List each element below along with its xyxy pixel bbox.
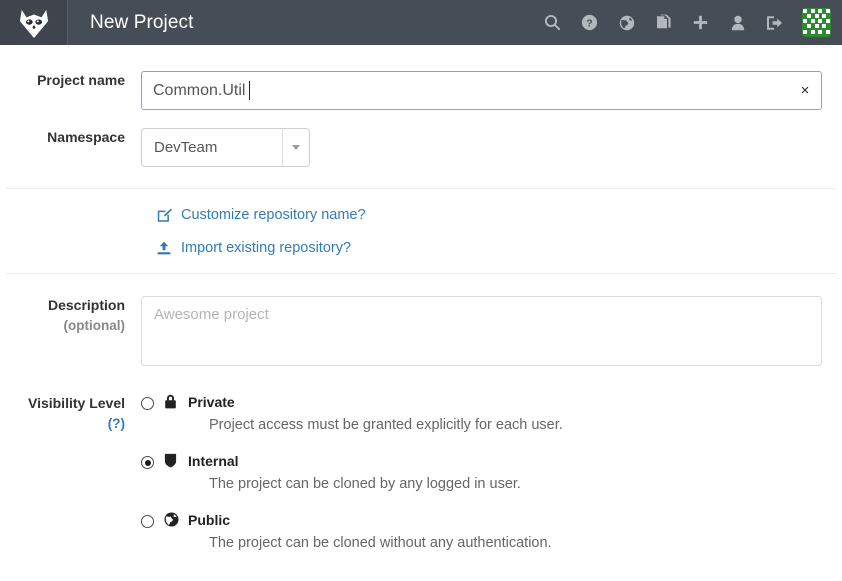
globe-icon[interactable] bbox=[608, 0, 645, 45]
description-textarea[interactable] bbox=[141, 296, 822, 366]
gitlab-logo-button[interactable] bbox=[0, 0, 68, 45]
description-label: Description bbox=[47, 297, 125, 313]
visibility-desc-internal: The project can be cloned by any logged … bbox=[209, 476, 521, 492]
project-name-field-wrap: × bbox=[141, 71, 822, 110]
new-project-form: Project name × Namespace DevTeam bbox=[0, 71, 842, 551]
globe-icon bbox=[164, 512, 182, 527]
search-icon[interactable] bbox=[534, 0, 571, 45]
radio-public[interactable] bbox=[141, 515, 154, 528]
visibility-label: Visibility Level bbox=[27, 395, 125, 411]
sign-out-icon[interactable] bbox=[756, 0, 793, 45]
import-existing-repository-link[interactable]: Import existing repository? bbox=[157, 239, 842, 256]
visibility-title-public: Public bbox=[188, 511, 231, 528]
visibility-help-link[interactable]: (?) bbox=[0, 415, 125, 433]
chevron-down-icon bbox=[282, 129, 309, 166]
snippets-icon[interactable] bbox=[645, 0, 682, 45]
gitlab-tanuki-icon bbox=[17, 7, 51, 39]
navbar-icon-group: ? bbox=[534, 0, 842, 45]
svg-text:?: ? bbox=[586, 18, 592, 30]
radio-private[interactable] bbox=[141, 397, 154, 410]
divider-bottom bbox=[6, 273, 836, 274]
text-cursor bbox=[249, 81, 250, 100]
visibility-desc-public: The project can be cloned without any au… bbox=[209, 535, 552, 551]
visibility-label-col: Visibility Level (?) bbox=[0, 394, 141, 433]
top-navbar: New Project ? bbox=[0, 0, 842, 45]
plus-icon[interactable] bbox=[682, 0, 719, 45]
avatar[interactable] bbox=[802, 8, 831, 37]
visibility-option-private[interactable]: Private Project access must be granted e… bbox=[141, 394, 842, 433]
user-icon[interactable] bbox=[719, 0, 756, 45]
customize-repository-name-link[interactable]: Customize repository name? bbox=[157, 208, 842, 223]
upload-icon bbox=[157, 241, 174, 255]
customize-repository-name-label: Customize repository name? bbox=[181, 207, 366, 223]
project-name-input[interactable] bbox=[141, 71, 822, 110]
shield-icon bbox=[164, 453, 182, 468]
description-label-col: Description (optional) bbox=[0, 296, 141, 335]
visibility-option-public[interactable]: Public The project can be cloned without… bbox=[141, 512, 842, 551]
visibility-title-internal: Internal bbox=[188, 452, 239, 469]
namespace-row: Namespace DevTeam bbox=[0, 128, 842, 167]
description-row: Description (optional) bbox=[0, 296, 842, 369]
visibility-desc-private: Project access must be granted explicitl… bbox=[209, 417, 563, 433]
description-optional-label: (optional) bbox=[63, 318, 125, 334]
visibility-title-private: Private bbox=[188, 393, 235, 410]
visibility-option-internal[interactable]: Internal The project can be cloned by an… bbox=[141, 453, 842, 492]
project-name-row: Project name × bbox=[0, 71, 842, 110]
project-name-label: Project name bbox=[37, 72, 125, 88]
namespace-label: Namespace bbox=[47, 129, 125, 145]
page-title: New Project bbox=[90, 11, 194, 33]
help-icon[interactable]: ? bbox=[571, 0, 608, 45]
clear-project-name-button[interactable]: × bbox=[789, 72, 821, 109]
visibility-row: Visibility Level (?) Private Project acc… bbox=[0, 394, 842, 552]
namespace-select[interactable]: DevTeam bbox=[141, 128, 310, 167]
import-existing-repository-label: Import existing repository? bbox=[181, 239, 352, 256]
repository-links-block: Customize repository name? Import existi… bbox=[0, 189, 842, 255]
visibility-options: Private Project access must be granted e… bbox=[141, 394, 842, 551]
radio-internal[interactable] bbox=[141, 456, 154, 469]
lock-icon bbox=[164, 394, 182, 409]
edit-square-icon bbox=[157, 208, 174, 222]
namespace-selected-value: DevTeam bbox=[154, 139, 218, 156]
